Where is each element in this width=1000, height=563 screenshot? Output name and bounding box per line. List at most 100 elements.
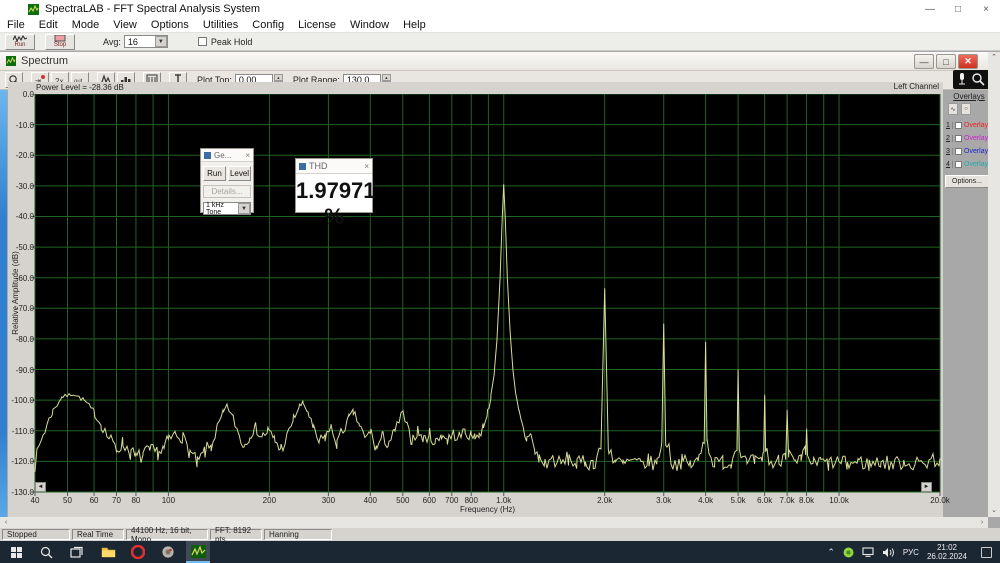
chevron-down-icon[interactable]: ▼ bbox=[155, 36, 167, 47]
x-tick-label: 800 bbox=[453, 496, 489, 505]
tray-chevron-icon[interactable]: ⌃ bbox=[827, 547, 835, 558]
window-title: SpectraLAB - FFT Spectral Analysis Syste… bbox=[45, 3, 260, 15]
generator-close-icon[interactable]: × bbox=[245, 151, 250, 160]
chevron-down-icon[interactable]: ▼ bbox=[238, 203, 250, 214]
x-tick-label: 300 bbox=[310, 496, 346, 505]
spin-up-icon[interactable]: ▲ bbox=[274, 74, 283, 81]
menu-item-utilities[interactable]: Utilities bbox=[196, 19, 245, 31]
overlays-header: Overlays bbox=[945, 92, 993, 101]
taskbar-clock[interactable]: 21:02 26.02.2024 bbox=[927, 543, 967, 561]
close-icon[interactable]: × bbox=[972, 0, 1000, 18]
menu-bar: FileEditModeViewOptionsUtilitiesConfigLi… bbox=[0, 18, 1000, 33]
overlay-checkbox[interactable] bbox=[955, 122, 962, 129]
generator-details-button[interactable]: Details... bbox=[203, 185, 251, 198]
thd-titlebar[interactable]: THD × bbox=[296, 159, 372, 174]
status-panel: 44100 Hz, 16 bit, Mono bbox=[126, 529, 208, 540]
y-axis-title: Relative Amplitude (dB) bbox=[11, 223, 21, 363]
minimize-icon[interactable]: — bbox=[916, 0, 944, 18]
menu-item-help[interactable]: Help bbox=[396, 19, 433, 31]
spin-up-icon[interactable]: ▲ bbox=[382, 74, 391, 81]
mdi-area: Spectrum — □ ✕ ⇥ 2x out Plot Top: 0.0 bbox=[0, 51, 1000, 528]
scroll-right-icon[interactable]: › bbox=[976, 517, 988, 528]
search-icon[interactable] bbox=[34, 541, 58, 563]
generator-level-button[interactable]: Level bbox=[228, 166, 251, 181]
generator-title: Ge... bbox=[214, 151, 245, 160]
overlay-checkbox[interactable] bbox=[955, 135, 962, 142]
y-tick-label: -10.0 bbox=[9, 121, 34, 130]
overlay-number[interactable]: 3 bbox=[944, 148, 953, 155]
y-tick-label: -120.0 bbox=[9, 457, 34, 466]
x-tick-label: 8.0k bbox=[789, 496, 825, 505]
overlay-number[interactable]: 4 bbox=[944, 161, 953, 168]
menu-item-window[interactable]: Window bbox=[343, 19, 396, 31]
opera-browser-icon[interactable] bbox=[126, 541, 150, 563]
waveform-icon bbox=[13, 35, 27, 42]
overlay-clear-icon[interactable]: ○ bbox=[961, 103, 971, 115]
status-panel: Hanning bbox=[264, 529, 332, 540]
y-tick-label: -40.0 bbox=[9, 212, 34, 221]
x-tick-label: 1.0k bbox=[486, 496, 522, 505]
overlays-list: 1Overlay 12Overlay 23Overlay 34Overlay 4 bbox=[944, 119, 994, 171]
menu-item-config[interactable]: Config bbox=[245, 19, 291, 31]
task-view-icon[interactable] bbox=[64, 541, 88, 563]
volume-icon[interactable] bbox=[882, 547, 895, 558]
spectrum-close-icon[interactable]: ✕ bbox=[958, 54, 978, 69]
x-tick-label: 4.0k bbox=[688, 496, 724, 505]
network-icon[interactable] bbox=[862, 547, 874, 557]
avg-label: Avg: bbox=[103, 37, 121, 47]
status-bar: StoppedReal Time44100 Hz, 16 bit, MonoFF… bbox=[0, 528, 1000, 541]
language-indicator[interactable]: РУС bbox=[903, 548, 919, 557]
menu-item-license[interactable]: License bbox=[291, 19, 343, 31]
scroll-left-icon[interactable]: ‹ bbox=[0, 517, 12, 528]
menu-item-mode[interactable]: Mode bbox=[65, 19, 107, 31]
menu-item-options[interactable]: Options bbox=[144, 19, 196, 31]
x-tick-label: 80 bbox=[118, 496, 154, 505]
spectrum-minimize-icon[interactable]: — bbox=[914, 54, 934, 69]
menu-item-file[interactable]: File bbox=[0, 19, 32, 31]
overlay-checkbox[interactable] bbox=[955, 161, 962, 168]
generator-signal-dropdown[interactable]: 1 kHz Tone ▼ bbox=[203, 202, 251, 215]
scroll-up-icon[interactable]: ⌃ bbox=[988, 52, 1000, 64]
overlays-tools: ∿ ○ bbox=[948, 103, 971, 115]
audio-app-icon[interactable] bbox=[156, 541, 180, 563]
overlays-options-button[interactable]: Options... bbox=[945, 175, 989, 188]
y-tick-label: -110.0 bbox=[9, 427, 34, 436]
x-tick-label: 200 bbox=[251, 496, 287, 505]
peak-hold-checkbox[interactable] bbox=[198, 37, 207, 46]
x-tick-label: 10.0k bbox=[821, 496, 857, 505]
status-panel: FFT: 8192 pts bbox=[210, 529, 262, 540]
thd-title: THD bbox=[309, 161, 364, 171]
generator-signal-value: 1 kHz Tone bbox=[204, 202, 238, 216]
thd-close-icon[interactable]: × bbox=[364, 162, 369, 171]
spectralab-taskbar-button[interactable] bbox=[186, 541, 210, 563]
overlay-save-icon[interactable]: ∿ bbox=[948, 103, 958, 115]
overlay-row: 3Overlay 3 bbox=[944, 145, 994, 158]
spectrum-maximize-icon[interactable]: □ bbox=[936, 54, 956, 69]
start-button[interactable] bbox=[4, 541, 28, 563]
generator-run-button[interactable]: Run bbox=[203, 166, 226, 181]
antivirus-icon[interactable] bbox=[843, 547, 854, 558]
taskbar: ⌃ РУС 21:02 26.02.2024 bbox=[0, 541, 1000, 563]
run-button[interactable]: Run bbox=[5, 34, 35, 50]
status-panel: Stopped bbox=[2, 529, 70, 540]
y-tick-label: 0.0 bbox=[9, 90, 34, 99]
y-tick-label: -30.0 bbox=[9, 182, 34, 191]
pan-left-icon[interactable]: ◄ bbox=[35, 482, 46, 492]
stop-button[interactable]: Stop bbox=[45, 34, 75, 50]
menu-item-view[interactable]: View bbox=[106, 19, 144, 31]
menu-item-edit[interactable]: Edit bbox=[32, 19, 65, 31]
overlay-number[interactable]: 1 bbox=[944, 122, 953, 129]
vertical-scrollbar[interactable]: ⌃ ⌄ bbox=[988, 52, 1000, 517]
overlay-checkbox[interactable] bbox=[955, 148, 962, 155]
mic-search-icon[interactable] bbox=[953, 70, 990, 89]
overlay-number[interactable]: 2 bbox=[944, 135, 953, 142]
thd-icon bbox=[299, 163, 306, 170]
notification-center-icon[interactable] bbox=[981, 547, 992, 558]
pan-right-icon[interactable]: ► bbox=[921, 482, 932, 492]
scroll-down-icon[interactable]: ⌄ bbox=[988, 505, 1000, 517]
maximize-icon[interactable]: □ bbox=[944, 0, 972, 18]
avg-dropdown[interactable]: 16 ▼ bbox=[124, 35, 168, 48]
status-panel: Real Time bbox=[72, 529, 124, 540]
generator-titlebar[interactable]: Ge... × bbox=[201, 149, 253, 162]
file-explorer-icon[interactable] bbox=[96, 541, 120, 563]
